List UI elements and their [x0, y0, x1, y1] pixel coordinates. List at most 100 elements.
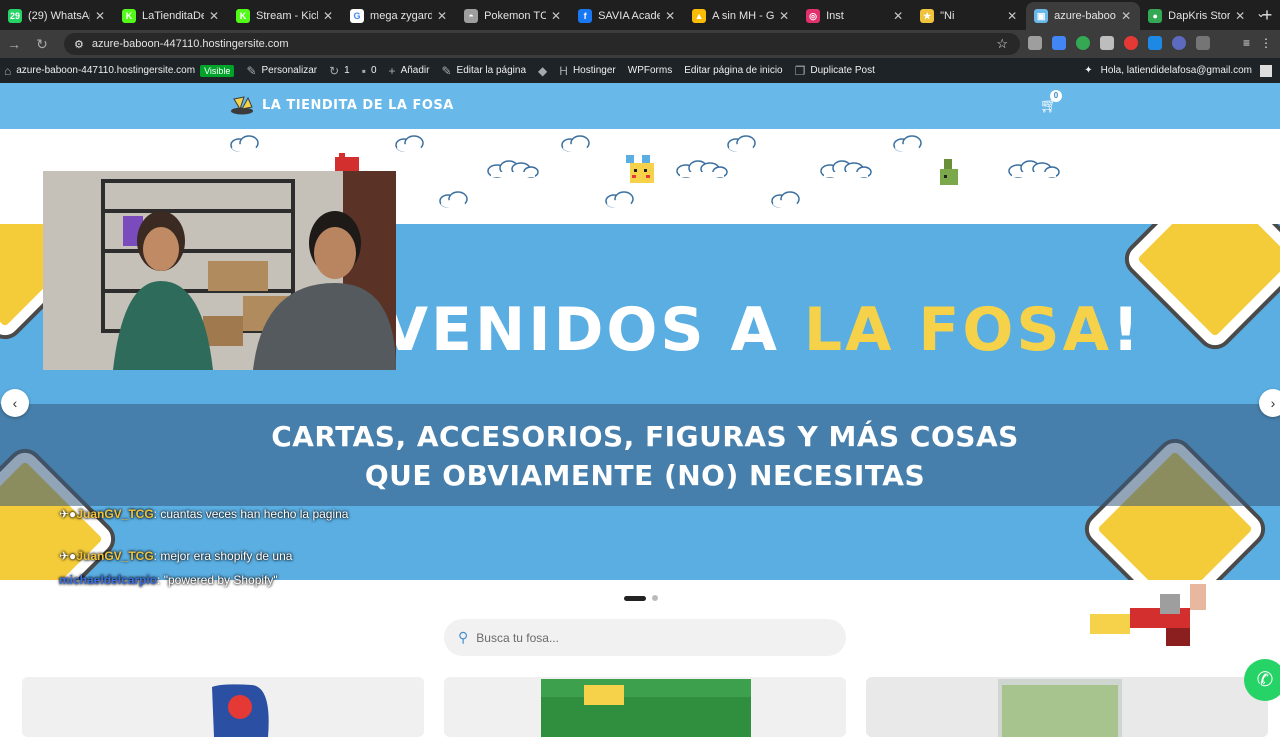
bookmark-star-icon[interactable]: ☆: [996, 36, 1008, 52]
product-card[interactable]: [866, 677, 1268, 737]
browser-tab[interactable]: Gmega zygarde ex✕: [342, 2, 456, 30]
wp-edit-page[interactable]: ✎ Editar la página: [441, 64, 526, 78]
chat-message: michaeldelcarpio: "powered by Shopify": [59, 571, 359, 589]
forward-arrow-icon[interactable]: →: [0, 36, 28, 52]
browser-tab[interactable]: ★ "Ni ✕: [912, 2, 1026, 30]
tab-close-icon[interactable]: ✕: [436, 9, 448, 23]
wp-site-name[interactable]: azure-baboon-447110.hostingersite.com: [16, 65, 195, 76]
trash-extension-icon[interactable]: [1100, 36, 1114, 50]
wp-add-new[interactable]: + Añadir: [389, 64, 430, 78]
wp-updates[interactable]: ↻ 1: [329, 64, 350, 78]
browser-tab[interactable]: ▲ A sin MH - Googl✕: [684, 2, 798, 30]
product-image: [444, 677, 846, 737]
duplicate-label[interactable]: Duplicate Post: [810, 65, 874, 76]
wp-hostinger[interactable]: H Hostinger: [559, 64, 615, 78]
wp-duplicate[interactable]: ❐ Duplicate Post: [795, 64, 875, 78]
carousel-prev-button[interactable]: ‹: [1, 389, 29, 417]
wp-account[interactable]: ✦ Hola, latiendidelafosa@gmail.com: [1084, 58, 1272, 83]
browser-tab[interactable]: 29 (29) WhatsApp ✕: [0, 2, 114, 30]
tab-close-icon[interactable]: ✕: [1234, 9, 1246, 23]
blue-extension-icon[interactable]: [1172, 36, 1186, 50]
browser-tab[interactable]: f SAVIA Academia✕: [570, 2, 684, 30]
avatar[interactable]: [1260, 64, 1272, 77]
carousel-next-button[interactable]: ›: [1259, 389, 1280, 417]
wp-customize[interactable]: ✎ Personalizar: [246, 64, 317, 78]
site-title[interactable]: LA TIENDITA DE LA FOSA: [262, 98, 454, 113]
hero-subtitle-line2: QUE OBVIAMENTE (NO) NECESITAS: [364, 459, 926, 492]
tab-label: SAVIA Academia: [598, 10, 661, 22]
url-text[interactable]: azure-baboon-447110.hostingersite.com: [92, 38, 289, 50]
translate-extension-icon[interactable]: [1052, 36, 1066, 50]
drive-icon: ▲: [692, 9, 707, 23]
browser-tab[interactable]: K Stream - Kick Das ✕: [228, 2, 342, 30]
browser-tab[interactable]: ▣ azure-baboon-44 ✕: [1026, 2, 1141, 30]
site-info-icon[interactable]: ⚙: [74, 38, 84, 51]
account-greeting[interactable]: Hola, latiendidelafosa@gmail.com: [1101, 65, 1252, 76]
house-icon: ⌂: [4, 63, 12, 78]
site-logo-link[interactable]: LA TIENDITA DE LA FOSA: [230, 95, 454, 115]
chat-badge-icon: ✈●: [59, 507, 77, 521]
chat-text: : "powered by Shopify": [157, 573, 278, 587]
updates-icon: ↻: [329, 63, 340, 78]
edit-home-label[interactable]: Editar página de inicio: [684, 65, 782, 76]
tab-label: Inst: [826, 10, 844, 22]
maps-icon: ●: [1148, 9, 1163, 23]
customize-label[interactable]: Personalizar: [262, 65, 318, 76]
search-input[interactable]: [476, 630, 817, 645]
hero-title-end: !: [1112, 295, 1143, 365]
tab-close-icon[interactable]: ✕: [1006, 9, 1018, 23]
drop-extension-icon[interactable]: [1148, 36, 1162, 50]
wpforms-label[interactable]: WPForms: [628, 65, 672, 76]
kick-icon: K: [122, 9, 137, 23]
puzzle-extensions-icon[interactable]: [1196, 36, 1210, 50]
product-card[interactable]: [444, 677, 846, 737]
tab-close-icon[interactable]: ✕: [778, 9, 790, 23]
plus-icon: +: [388, 63, 396, 78]
star-tab-icon: ★: [920, 9, 935, 23]
tab-label: azure-baboon-44: [1054, 10, 1116, 22]
chat-text: : cuantas veces han hecho la pagina: [153, 507, 349, 521]
address-bar[interactable]: ⚙ azure-baboon-447110.hostingersite.com …: [64, 33, 1020, 55]
sparkle-icon[interactable]: ✦: [1084, 65, 1092, 76]
site-icon: ▣: [1034, 9, 1049, 23]
whatsapp-chat-button[interactable]: ✆: [1244, 659, 1280, 701]
tab-close-icon[interactable]: ✕: [664, 9, 676, 23]
cart-count-badge: 0: [1050, 90, 1062, 102]
carousel-dot-active[interactable]: [624, 595, 646, 601]
wp-site-link[interactable]: ⌂ azure-baboon-447110.hostingersite.com …: [4, 63, 235, 78]
tab-label: DapKris Store - G: [1168, 10, 1231, 22]
browser-tab[interactable]: K LaTienditaDeLaFo✕: [114, 2, 228, 30]
media-controls-icon[interactable]: ≡: [1243, 36, 1250, 50]
add-new-label[interactable]: Añadir: [401, 65, 430, 76]
reload-icon[interactable]: ↻: [28, 36, 56, 53]
tab-close-icon[interactable]: ✕: [892, 9, 904, 23]
webcam-feed-image: [43, 171, 396, 370]
tab-close-icon[interactable]: ✕: [94, 9, 106, 23]
shield-extension-icon[interactable]: [1076, 36, 1090, 50]
extension-icon[interactable]: [1028, 36, 1042, 50]
tab-search-chevron-icon[interactable]: ⌄: [1256, 6, 1266, 20]
hostinger-label[interactable]: Hostinger: [573, 65, 616, 76]
tab-close-icon[interactable]: ✕: [550, 9, 562, 23]
edit-page-label[interactable]: Editar la página: [457, 65, 527, 76]
wp-diamond[interactable]: ◆: [538, 64, 547, 78]
visible-badge: Visible: [200, 64, 235, 77]
updates-count[interactable]: 1: [344, 65, 350, 76]
carousel-pagination: [624, 595, 658, 601]
tab-close-icon[interactable]: ✕: [1120, 9, 1132, 23]
tab-close-icon[interactable]: ✕: [322, 9, 334, 23]
tab-close-icon[interactable]: ✕: [208, 9, 220, 23]
tab-label: LaTienditaDeLaFo: [142, 10, 205, 22]
browser-tab[interactable]: ◓ Pokemon TCG: M✕: [456, 2, 570, 30]
menu-kebab-icon[interactable]: ⋮: [1260, 36, 1272, 50]
carousel-dot[interactable]: [652, 595, 658, 601]
browser-tab[interactable]: ● DapKris Store - G✕: [1140, 2, 1254, 30]
wp-wpforms[interactable]: WPForms: [628, 65, 672, 76]
wp-edit-home[interactable]: Editar página de inicio: [684, 65, 782, 76]
red-extension-icon[interactable]: [1124, 36, 1138, 50]
chat-text: : mejor era shopify de una: [153, 549, 293, 563]
browser-tab[interactable]: ◎ Inst ✕: [798, 2, 912, 30]
product-card[interactable]: [22, 677, 424, 737]
comments-count[interactable]: 0: [371, 65, 377, 76]
wp-comments[interactable]: ▪ 0: [362, 64, 377, 78]
